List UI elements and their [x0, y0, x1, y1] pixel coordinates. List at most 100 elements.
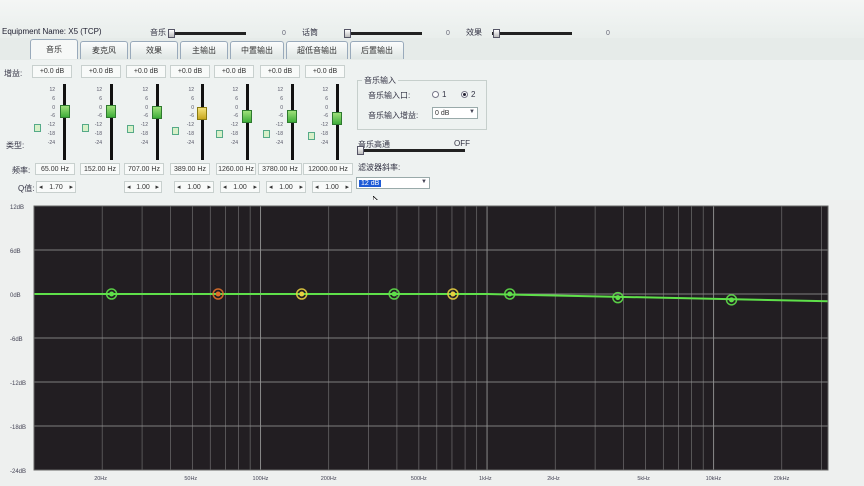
- mic-volume-thumb[interactable]: [344, 29, 351, 38]
- x-tick-label: 5kHz: [637, 476, 650, 482]
- q-inc-icon[interactable]: ▸: [299, 183, 303, 191]
- band-3-fader-track[interactable]: [156, 84, 159, 160]
- input-gain-select[interactable]: 0 dB ▼: [432, 107, 478, 119]
- band-7-scale: 12 6 0 -6 -12 -18 -24: [320, 87, 328, 146]
- band-marker-3[interactable]: [299, 291, 305, 297]
- band-5-q[interactable]: ◂ 1.00 ▸: [220, 181, 260, 193]
- q-inc-icon[interactable]: ▸: [207, 183, 211, 191]
- effect-volume-label: 效果: [466, 28, 482, 37]
- eq-response-chart[interactable]: 12dB 6dB 0dB -6dB -12dB -18dB -24dB 20Hz 50Hz 100…: [0, 200, 864, 486]
- band-4-type-icon[interactable]: [172, 127, 179, 135]
- band-2-type-icon[interactable]: [82, 124, 89, 132]
- music-volume-slider[interactable]: [168, 32, 246, 35]
- band-marker-4[interactable]: [391, 291, 397, 297]
- band-1-q[interactable]: ◂ 1.70 ▸: [36, 181, 76, 193]
- band-1-fader-track[interactable]: [63, 84, 66, 160]
- slope-select[interactable]: 12 dB ▼: [356, 177, 430, 189]
- band-6-freq[interactable]: 3780.00 Hz: [258, 163, 302, 175]
- tab-microphone[interactable]: 麦克风: [80, 41, 128, 59]
- band-marker-1[interactable]: [109, 291, 115, 297]
- band-5-gain[interactable]: +0.0 dB: [214, 65, 254, 78]
- band-2-fader-track[interactable]: [110, 84, 113, 160]
- highpass-value: OFF: [454, 139, 470, 148]
- band-4-fader-track[interactable]: [201, 84, 204, 160]
- band-3-type-icon[interactable]: [127, 125, 134, 133]
- x-tick-label: 20Hz: [94, 476, 107, 482]
- band-marker-2[interactable]: [215, 291, 221, 297]
- band-1-freq[interactable]: 65.00 Hz: [35, 163, 75, 175]
- band-4-q[interactable]: ◂ 1.00 ▸: [174, 181, 214, 193]
- effect-volume-slider[interactable]: [492, 32, 572, 35]
- q-dec-icon[interactable]: ◂: [315, 183, 319, 191]
- y-tick-label: 0dB: [10, 293, 21, 299]
- band-7-type-icon[interactable]: [308, 132, 315, 140]
- q-inc-icon[interactable]: ▸: [253, 183, 257, 191]
- x-tick-label: 200Hz: [321, 476, 337, 482]
- band-4-fader-thumb[interactable]: [197, 107, 207, 120]
- eq-response-panel: 12dB 6dB 0dB -6dB -12dB -18dB -24dB 20Hz 50Hz 100…: [0, 200, 864, 486]
- q-dec-icon[interactable]: ◂: [269, 183, 273, 191]
- band-7-q[interactable]: ◂ 1.00 ▸: [312, 181, 352, 193]
- band-3-gain[interactable]: +0.0 dB: [126, 65, 166, 78]
- q-row-label: Q值:: [18, 184, 35, 193]
- x-tick-label: 10kHz: [706, 476, 722, 482]
- band-6-type-icon[interactable]: [263, 130, 270, 138]
- band-4-gain[interactable]: +0.0 dB: [170, 65, 210, 78]
- q-dec-icon[interactable]: ◂: [39, 183, 43, 191]
- mic-volume-slider[interactable]: [344, 32, 422, 35]
- input-port-option-2: 2: [471, 90, 476, 99]
- band-7-fader-thumb[interactable]: [332, 112, 342, 125]
- y-tick-label: -24dB: [10, 469, 26, 475]
- music-volume-value: 0: [282, 30, 286, 37]
- q-inc-icon[interactable]: ▸: [69, 183, 73, 191]
- music-volume-thumb[interactable]: [168, 29, 175, 38]
- x-tick-label: 50Hz: [184, 476, 197, 482]
- tab-rear-output[interactable]: 后置输出: [350, 41, 404, 59]
- input-port-radio-2[interactable]: [461, 91, 468, 98]
- q-dec-icon[interactable]: ◂: [177, 183, 181, 191]
- input-gain-label: 音乐输入增益:: [368, 111, 419, 120]
- band-4-freq[interactable]: 389.00 Hz: [170, 163, 210, 175]
- x-tick-label: 1kHz: [479, 476, 492, 482]
- tab-subwoofer-output[interactable]: 超低音输出: [286, 41, 348, 59]
- band-6-q[interactable]: ◂ 1.00 ▸: [266, 181, 306, 193]
- tab-center-output[interactable]: 中置输出: [230, 41, 284, 59]
- band-3-fader-thumb[interactable]: [152, 106, 162, 119]
- band-1-gain[interactable]: +0.0 dB: [32, 65, 72, 78]
- band-6-gain[interactable]: +0.0 dB: [260, 65, 300, 78]
- mic-volume-value: 0: [446, 30, 450, 37]
- band-2-freq[interactable]: 152.00 Hz: [80, 163, 120, 175]
- y-tick-label: -18dB: [10, 425, 26, 431]
- q-inc-icon[interactable]: ▸: [155, 183, 159, 191]
- q-inc-icon[interactable]: ▸: [345, 183, 349, 191]
- highpass-thumb[interactable]: [357, 146, 364, 155]
- mic-volume-label: 话筒: [302, 28, 318, 37]
- band-marker-7[interactable]: [615, 295, 621, 301]
- band-2-gain[interactable]: +0.0 dB: [81, 65, 121, 78]
- tab-main-output[interactable]: 主输出: [180, 41, 228, 59]
- input-port-radio-1[interactable]: [432, 91, 439, 98]
- band-5-scale: 12 6 0 -6 -12 -18 -24: [230, 87, 238, 146]
- band-1-fader-thumb[interactable]: [60, 105, 70, 118]
- band-5-freq[interactable]: 1260.00 Hz: [216, 163, 256, 175]
- tab-music[interactable]: 音乐: [30, 39, 78, 59]
- band-5-fader-thumb[interactable]: [242, 110, 252, 123]
- band-2-fader-thumb[interactable]: [106, 105, 116, 118]
- band-1-type-icon[interactable]: [34, 124, 41, 132]
- band-2-q[interactable]: ◂ 1.00 ▸: [124, 181, 162, 193]
- band-marker-5[interactable]: [450, 291, 456, 297]
- effect-volume-thumb[interactable]: [493, 29, 500, 38]
- band-3-freq[interactable]: 707.00 Hz: [124, 163, 164, 175]
- tab-effect[interactable]: 效果: [130, 41, 178, 59]
- band-7-gain[interactable]: +0.0 dB: [305, 65, 345, 78]
- q-dec-icon[interactable]: ◂: [223, 183, 227, 191]
- band-7-freq[interactable]: 12000.00 Hz: [303, 163, 353, 175]
- chevron-down-icon: ▼: [421, 179, 427, 185]
- band-6-fader-thumb[interactable]: [287, 110, 297, 123]
- tab-bar: 音乐 麦克风 效果 主输出 中置输出 超低音输出 后置输出: [30, 39, 406, 61]
- band-marker-8[interactable]: [729, 297, 735, 303]
- highpass-slider[interactable]: [357, 149, 465, 152]
- q-dec-icon[interactable]: ◂: [127, 183, 131, 191]
- band-5-type-icon[interactable]: [216, 130, 223, 138]
- band-marker-6[interactable]: [507, 291, 513, 297]
